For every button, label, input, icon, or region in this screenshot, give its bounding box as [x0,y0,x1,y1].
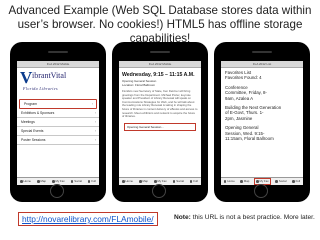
vibrant-vital-logo: V ibrantVital Florida Libraries [17,68,99,99]
status-bar: FLA 2012 Mobile [17,61,99,68]
social-icon [70,180,74,183]
menu-item-exhibitors[interactable]: Exhibitors & Sponsors › [17,109,99,118]
phone-speaker [252,51,272,53]
status-bar: FLA 2012 List [221,61,303,68]
home-button[interactable] [152,184,166,198]
tab-social[interactable]: Social [172,179,185,183]
tab-map[interactable]: Map [239,179,250,183]
menu-item-poster-sessions[interactable]: Poster Sessions › [17,136,99,145]
session-description: Florida's new Secretary of State, Ken De… [122,89,198,119]
phone-screen-session: FLA 2012 Mobile Wednesday, 9:15 – 11:15 … [119,61,201,185]
logo-name: ibrantVital [32,71,67,80]
star-icon [52,180,55,183]
social-icon [172,180,176,183]
menu-item-special-events[interactable]: Special Events › [17,127,99,136]
phone-speaker [150,51,170,53]
star-icon [256,180,259,183]
tab-my-fav[interactable]: My Fav [51,179,66,183]
tab-full[interactable]: Full [87,179,97,183]
home-icon [20,180,23,183]
mobile-site-link[interactable]: http://novarelibrary.com/FLAmobile/ [18,212,158,226]
favorites-list: Favorites List Favorites Found: 4 Confer… [221,68,303,143]
tab-full[interactable]: Full [189,179,199,183]
logo-subtitle: Florida Libraries [23,86,58,91]
phone-speaker [48,51,68,53]
tab-my-fav[interactable]: My Fav [153,179,168,183]
home-icon [122,180,125,183]
tab-home[interactable]: Home [223,179,236,183]
map-icon [240,180,243,183]
home-button[interactable] [50,184,64,198]
full-icon [87,180,91,183]
tab-map[interactable]: Map [138,179,149,183]
note-text: this URL is not a best practice. More la… [190,214,315,221]
map-icon [139,180,142,183]
full-icon [189,180,193,183]
tab-full[interactable]: Full [291,179,301,183]
status-bar: FLA 2012 Mobile [119,61,201,68]
home-button[interactable] [254,184,268,198]
note-label: Note: [174,214,191,221]
logo-letter: V [20,68,33,87]
menu-item-meetings[interactable]: Meetings › [17,118,99,127]
tab-home[interactable]: Home [19,179,32,183]
tab-social[interactable]: Social [70,179,83,183]
favorite-item[interactable]: 11:15am, Floral Ballroom [225,136,299,141]
phone-mockup-favorites: FLA 2012 List Favorites List Favorites F… [214,42,310,202]
full-icon [292,180,295,183]
phone-mockup-home: FLA 2012 Mobile V ibrantVital Florida Li… [10,42,106,202]
tab-social[interactable]: Social [274,179,287,183]
tab-home[interactable]: Home [121,179,134,183]
slide-title: Advanced Example (Web SQL Database store… [8,4,312,45]
phone-mockup-session: FLA 2012 Mobile Wednesday, 9:15 – 11:15 … [112,42,208,202]
add-favorite-button[interactable]: Opening General Session... [124,122,196,131]
star-icon [154,180,157,183]
tab-map[interactable]: Map [36,179,47,183]
menu-item-program[interactable]: Program › [19,99,97,109]
social-icon [275,180,278,183]
phone-screen-favorites: FLA 2012 List Favorites List Favorites F… [221,61,303,185]
phone-screen-home: FLA 2012 Mobile V ibrantVital Florida Li… [17,61,99,185]
map-icon [37,180,40,183]
footer-note: Note: this URL is not a best practice. M… [174,214,315,221]
home-icon [223,180,227,183]
